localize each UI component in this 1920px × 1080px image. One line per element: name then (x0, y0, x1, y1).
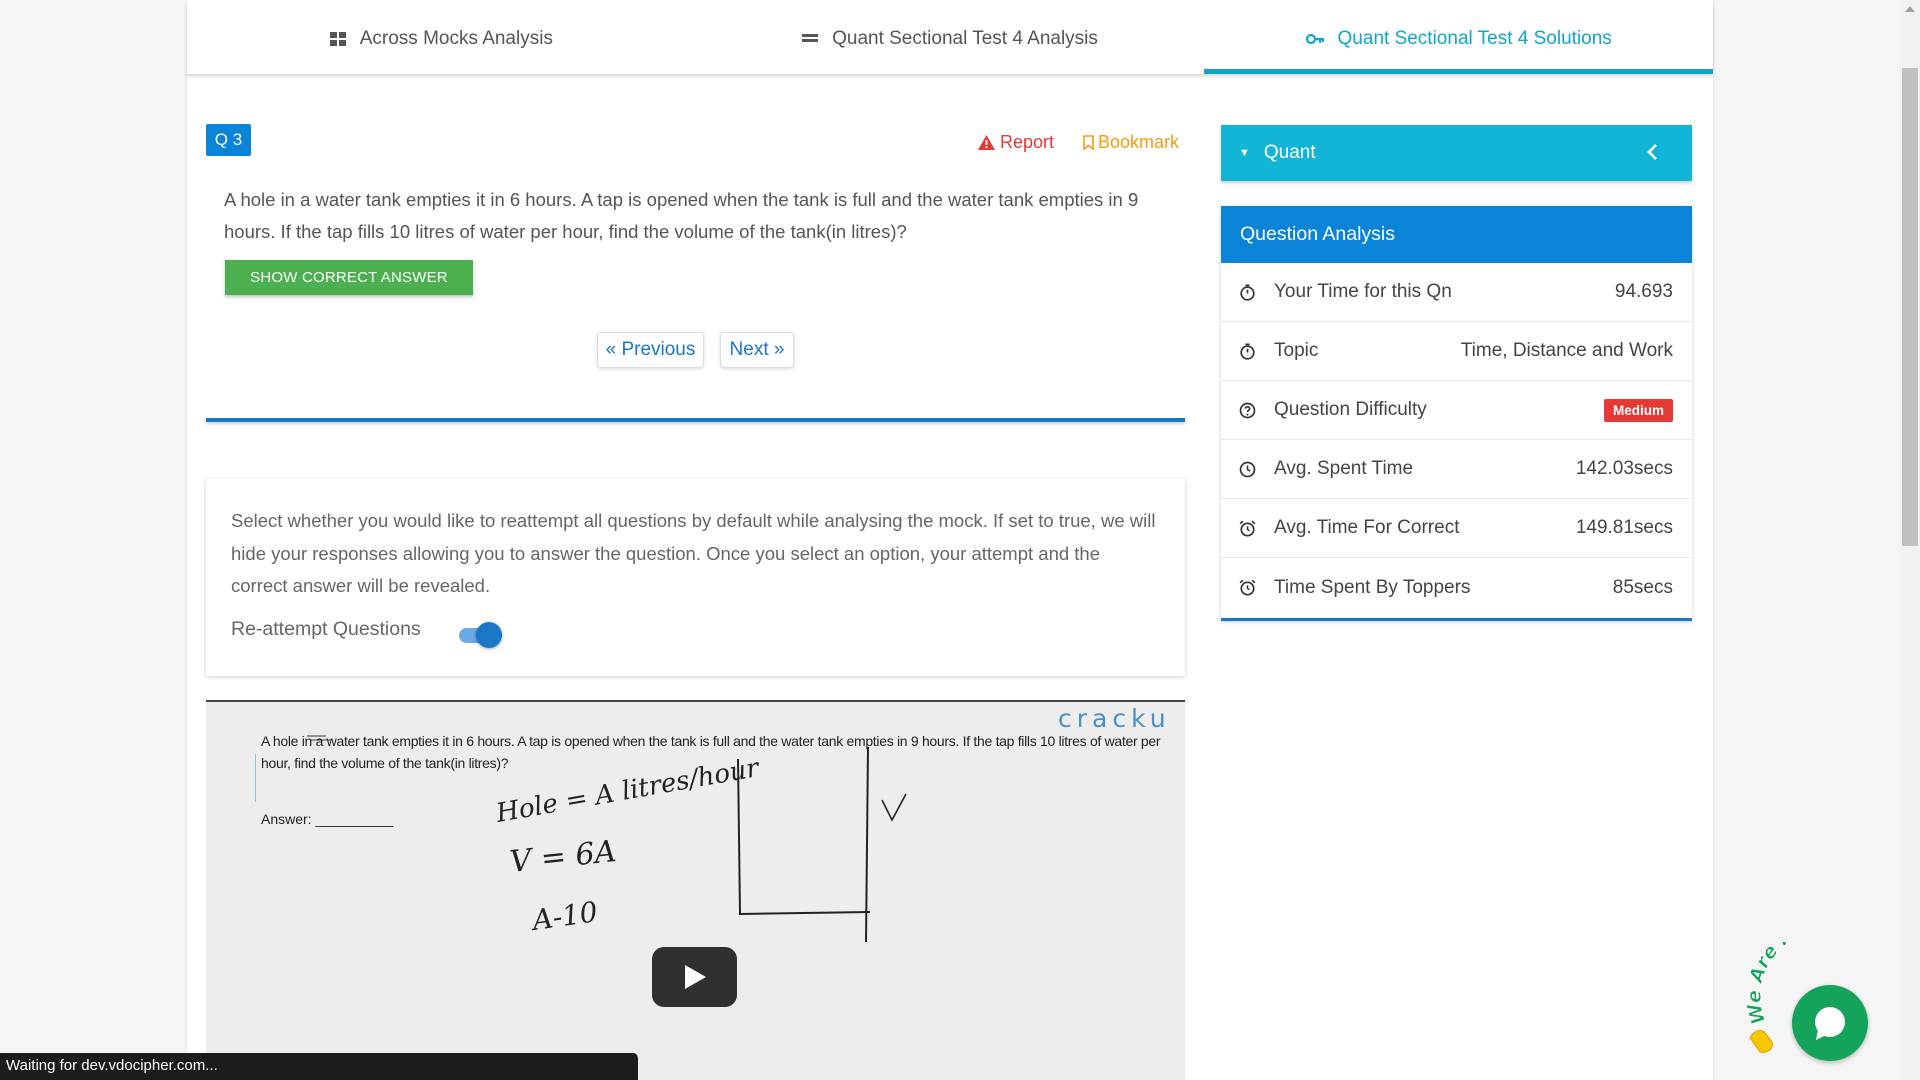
analysis-value: 94.693 (1614, 281, 1673, 302)
stopwatch-icon (1240, 343, 1255, 360)
tab-label: Quant Sectional Test 4 Solutions (1337, 28, 1612, 49)
caret-down-icon: ▼ (1239, 147, 1250, 159)
tab-label: Quant Sectional Test 4 Analysis (832, 28, 1098, 49)
stopwatch-icon (1240, 284, 1255, 301)
analysis-label: Time Spent By Toppers (1274, 576, 1471, 598)
analysis-row-toppers-time: Time Spent By Toppers 85secs (1221, 558, 1692, 617)
question-text: A hole in a water tank empties it in 6 h… (224, 189, 1139, 242)
analysis-row-your-time: Your Time for this Qn 94.693 (1221, 263, 1692, 322)
solution-video-player[interactable]: cracku A hole in a water tank empties it… (206, 700, 1185, 1080)
warning-icon (978, 135, 995, 150)
chat-bubble-button[interactable] (1792, 985, 1868, 1061)
browser-status-bar: Waiting for dev.vdocipher.com... (0, 1053, 638, 1080)
bookmark-button[interactable]: Bookmark (1083, 132, 1179, 153)
reattempt-label: Re-attempt Questions (231, 618, 421, 640)
question-analysis-title: Question Analysis (1221, 206, 1692, 263)
question-analysis-card: Question Analysis Your Time for this Qn … (1221, 206, 1692, 621)
analysis-row-difficulty: Question Difficulty Medium (1221, 381, 1692, 440)
main-page: Across Mocks Analysis Quant Sectional Te… (187, 0, 1714, 1080)
analysis-label: Avg. Spent Time (1274, 458, 1414, 479)
question-number-badge: Q 3 (206, 124, 251, 156)
report-label: Report (1000, 132, 1055, 152)
tab-across-mocks-analysis[interactable]: Across Mocks Analysis (187, 4, 696, 74)
chat-widget[interactable]: We Are Here! (1744, 942, 1894, 1062)
key-icon (1305, 33, 1324, 45)
chevron-left-icon[interactable] (1646, 141, 1660, 163)
help-circle-icon (1239, 402, 1256, 419)
previous-button[interactable]: « Previous (597, 332, 704, 368)
handwriting-line: A-10 (527, 895, 599, 937)
whiteboard-drawing: Hole = A litres/hour V = 6A A-10 (307, 735, 907, 943)
handwriting-line: Hole = A litres/hour (493, 753, 763, 829)
analysis-value: Time, Distance and Work (1460, 340, 1673, 361)
alarm-icon (1239, 520, 1256, 537)
analysis-label: Question Difficulty (1274, 399, 1427, 420)
analysis-label: Your Time for this Qn (1274, 281, 1452, 302)
play-icon (684, 965, 706, 989)
tab-quant-sectional-solutions[interactable]: Quant Sectional Test 4 Solutions (1204, 4, 1714, 74)
show-correct-answer-button[interactable]: SHOW CORRECT ANSWER (225, 260, 473, 295)
reattempt-toggle[interactable] (456, 620, 502, 650)
reattempt-card: Select whether you would like to reattem… (206, 479, 1185, 676)
section-selector-quant[interactable]: ▼ Quant (1221, 125, 1692, 181)
analysis-value: 142.03secs (1575, 458, 1673, 479)
analysis-label: Avg. Time For Correct (1274, 517, 1460, 538)
tab-label: Across Mocks Analysis (359, 28, 553, 49)
reattempt-description: Select whether you would like to reattem… (231, 510, 1156, 596)
tab-quant-sectional-analysis[interactable]: Quant Sectional Test 4 Analysis (696, 4, 1205, 74)
alarm-icon (1239, 579, 1256, 596)
page-scrollbar[interactable] (1900, 0, 1920, 1080)
section-label: Quant (1263, 142, 1316, 163)
section-divider (206, 418, 1185, 422)
analysis-row-topic: Topic Time, Distance and Work (1221, 322, 1692, 381)
analysis-value: 149.81secs (1575, 517, 1673, 538)
toggle-knob (476, 622, 502, 648)
analysis-tabs: Across Mocks Analysis Quant Sectional Te… (187, 4, 1714, 75)
list-icon (802, 34, 819, 42)
difficulty-badge: Medium (1603, 398, 1673, 422)
scroll-up-arrow-icon[interactable] (1905, 6, 1915, 12)
play-button[interactable] (652, 947, 737, 1007)
bookmark-label: Bookmark (1098, 132, 1180, 152)
analysis-label: Topic (1274, 340, 1319, 361)
clock-icon (1239, 461, 1256, 478)
scrollbar-thumb[interactable] (1902, 68, 1918, 546)
handwriting-line: V = 6A (508, 834, 618, 880)
report-button[interactable]: Report (978, 132, 1054, 153)
grid-icon (329, 32, 346, 46)
analysis-row-avg-time-correct: Avg. Time For Correct 149.81secs (1221, 499, 1692, 558)
analysis-row-avg-spent-time: Avg. Spent Time 142.03secs (1221, 440, 1692, 499)
bookmark-icon (1083, 135, 1094, 150)
next-button[interactable]: Next » (720, 332, 794, 368)
analysis-value: 85secs (1612, 576, 1673, 598)
chat-icon (1815, 1007, 1845, 1040)
